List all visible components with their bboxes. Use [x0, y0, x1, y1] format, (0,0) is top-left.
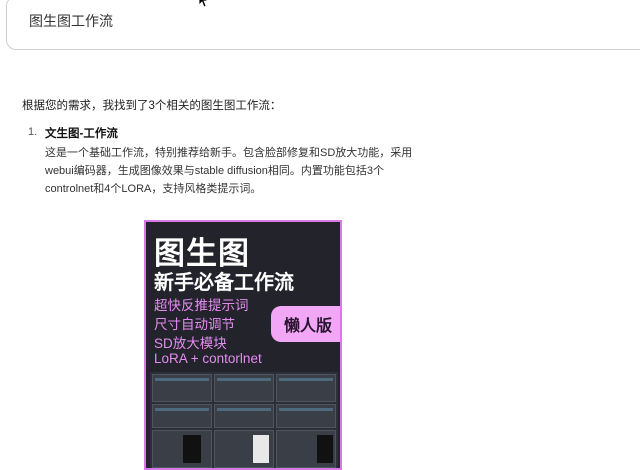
workflow-node [214, 374, 274, 402]
poster-feature: LoRA + contorlnet [154, 351, 262, 366]
workflow-node [152, 374, 212, 402]
workflow-node [152, 404, 212, 428]
mouse-pointer-icon [198, 0, 210, 8]
workflow-node [214, 404, 274, 428]
description-line: webui编码器，生成图像效果与stable diffusion相同。内置功能包… [45, 165, 385, 177]
poster-feature: SD放大模块 [154, 336, 227, 351]
poster-workflow-screenshot [150, 372, 338, 468]
list-item-title: 文生图-工作流 [45, 128, 118, 140]
list-item-number: 1. [28, 126, 38, 138]
workflow-node [276, 374, 336, 402]
workflow-node [276, 404, 336, 428]
workflow-node [276, 430, 336, 468]
response-intro: 根据您的需求，我找到了3个相关的图生图工作流： [22, 100, 282, 112]
workflow-poster-image[interactable]: 图生图 新手必备工作流 超快反推提示词 尺寸自动调节 SD放大模块 LoRA +… [144, 220, 342, 470]
search-box[interactable]: 图生图工作流 [6, 0, 640, 50]
poster-subtitle: 新手必备工作流 [154, 272, 294, 294]
poster-feature: 超快反推提示词 [154, 298, 249, 313]
preview-thumbnail [317, 435, 333, 463]
workflow-node [152, 430, 212, 468]
description-line: controlnet和4个LORA，支持风格类提示词。 [45, 183, 262, 195]
poster-badge: 懒人版 [271, 306, 340, 342]
preview-thumbnail [253, 435, 269, 463]
workflow-node [214, 430, 274, 468]
search-query: 图生图工作流 [29, 13, 113, 29]
description-line: 这是一个基础工作流，特别推荐给新手。包含脸部修复和SD放大功能，采用 [45, 147, 413, 159]
list-item-description: 这是一个基础工作流，特别推荐给新手。包含脸部修复和SD放大功能，采用 webui… [45, 144, 440, 198]
poster-feature: 尺寸自动调节 [154, 317, 235, 332]
preview-thumbnail [183, 435, 201, 463]
